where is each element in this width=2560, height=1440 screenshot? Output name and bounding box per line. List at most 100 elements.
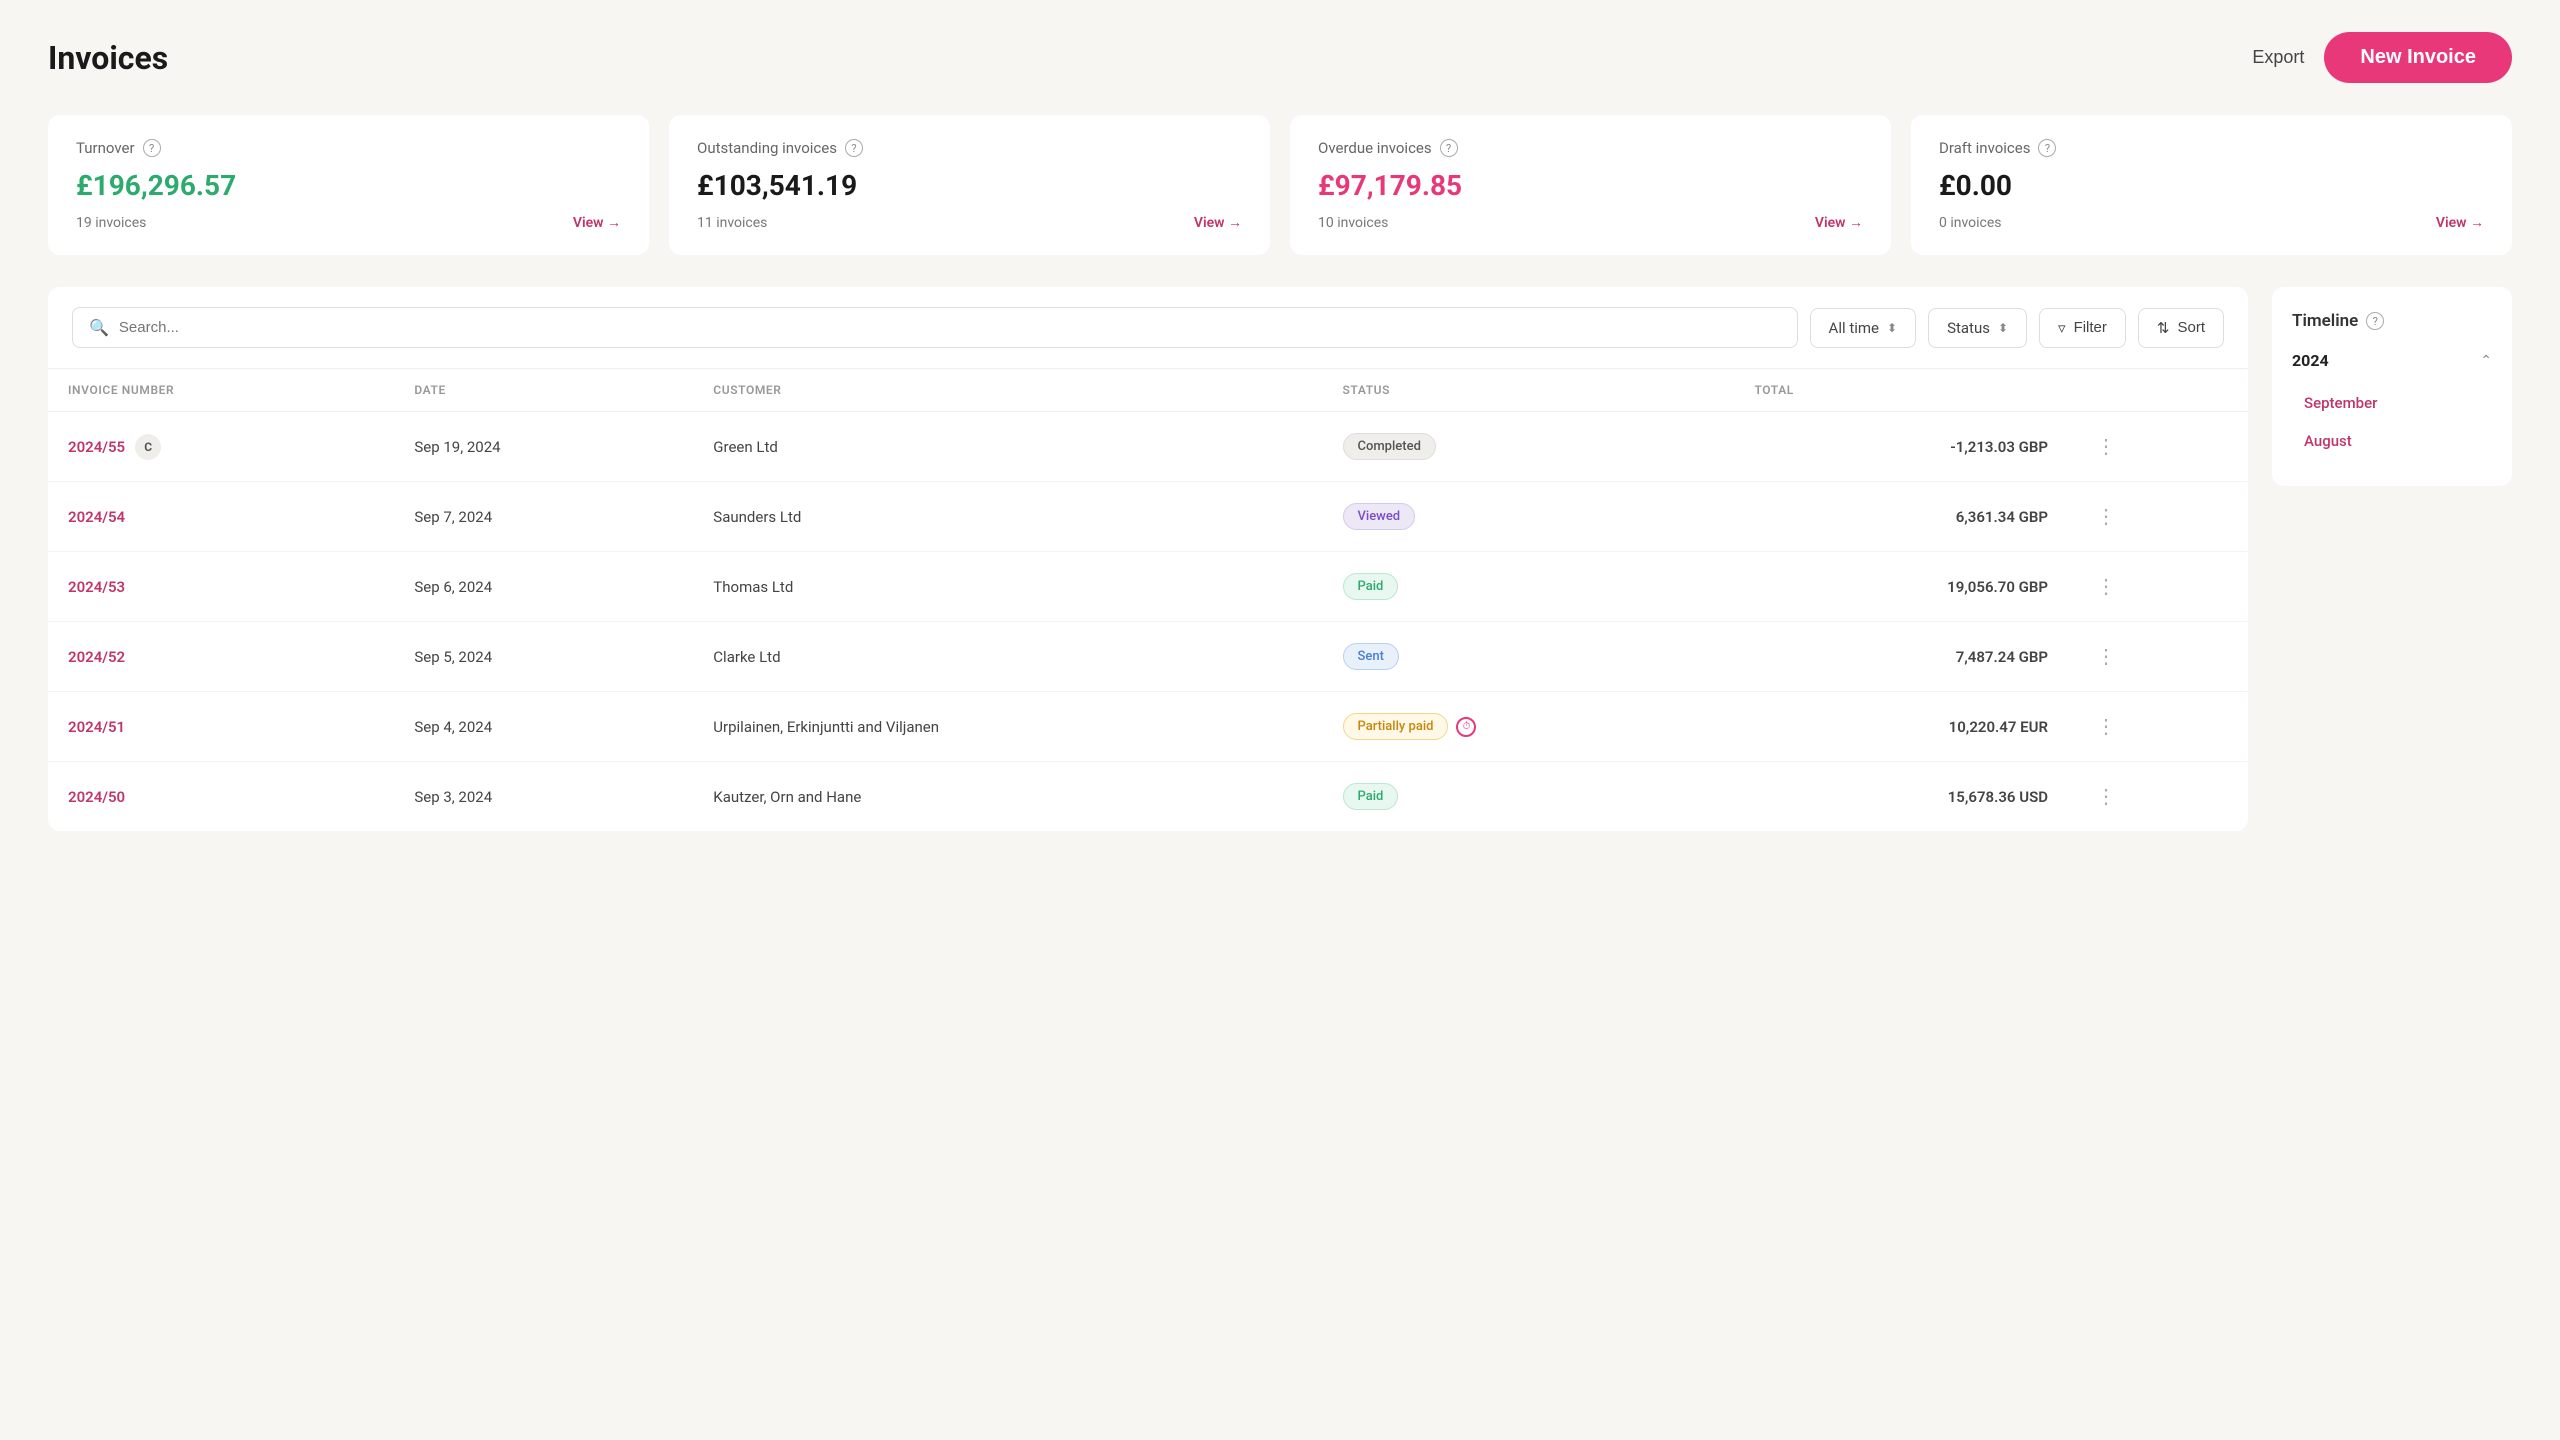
overdue-view-link[interactable]: View → xyxy=(1815,214,1863,231)
total-cell: 19,056.70 GBP xyxy=(1734,552,2068,622)
outstanding-view-link[interactable]: View → xyxy=(1194,214,1242,231)
date-cell: Sep 3, 2024 xyxy=(394,762,693,832)
total-cell: 7,487.24 GBP xyxy=(1734,622,2068,692)
invoice-number-cell: 2024/51 xyxy=(48,692,394,762)
main-content: 🔍 All time ⬍ Status ⬍ ▿ Filter ⇅ Sort xyxy=(48,287,2512,831)
invoice-num[interactable]: 2024/53 xyxy=(68,578,374,596)
invoice-number-cell: 2024/53 xyxy=(48,552,394,622)
action-cell: ⋮ xyxy=(2068,622,2248,692)
turnover-amount: £196,296.57 xyxy=(76,169,621,202)
timeline-title: Timeline xyxy=(2292,311,2358,331)
export-button[interactable]: Export xyxy=(2252,47,2304,68)
table-row: 2024/50 Sep 3, 2024Kautzer, Orn and Hane P… xyxy=(48,762,2248,832)
overdue-footer: 10 invoices View → xyxy=(1318,214,1863,231)
date-cell: Sep 19, 2024 xyxy=(394,412,693,482)
status-cell: Paid xyxy=(1323,762,1735,832)
turnover-footer: 19 invoices View → xyxy=(76,214,621,231)
filter-button[interactable]: ▿ Filter xyxy=(2039,308,2126,348)
table-header-row: INVOICE NUMBER DATE CUSTOMER STATUS TOTA… xyxy=(48,369,2248,412)
time-filter-select[interactable]: All time ⬍ xyxy=(1810,308,1917,348)
total-cell: -1,213.03 GBP xyxy=(1734,412,2068,482)
draft-card: Draft invoices ? £0.00 0 invoices View → xyxy=(1911,115,2512,255)
year-row: 2024 ⌃ xyxy=(2292,351,2492,370)
customer-cell: Clarke Ltd xyxy=(693,622,1322,692)
status-badge: Paid xyxy=(1343,783,1399,810)
invoice-panel: 🔍 All time ⬍ Status ⬍ ▿ Filter ⇅ Sort xyxy=(48,287,2248,831)
draft-label: Draft invoices ? xyxy=(1939,139,2484,157)
status-badge: Completed xyxy=(1343,433,1436,460)
new-invoice-button[interactable]: New Invoice xyxy=(2324,32,2512,83)
draft-footer: 0 invoices View → xyxy=(1939,214,2484,231)
collapse-icon[interactable]: ⌃ xyxy=(2480,353,2492,369)
more-menu-button[interactable]: ⋮ xyxy=(2088,500,2124,533)
timeline-month-august[interactable]: August xyxy=(2292,424,2492,458)
timeline-month-september[interactable]: September xyxy=(2292,386,2492,420)
outstanding-card: Outstanding invoices ? £103,541.19 11 in… xyxy=(669,115,1270,255)
action-cell: ⋮ xyxy=(2068,692,2248,762)
status-filter-select[interactable]: Status ⬍ xyxy=(1928,308,2027,348)
invoice-num[interactable]: 2024/54 xyxy=(68,508,374,526)
sort-label: Sort xyxy=(2177,319,2205,336)
sort-icon: ⇅ xyxy=(2157,319,2170,337)
table-row: 2024/53Sep 6, 2024Thomas LtdPaid19,056.7… xyxy=(48,552,2248,622)
overdue-help-icon[interactable]: ? xyxy=(1440,139,1458,157)
draft-amount: £0.00 xyxy=(1939,169,2484,202)
invoice-table: INVOICE NUMBER DATE CUSTOMER STATUS TOTA… xyxy=(48,369,2248,831)
status-badge: Viewed xyxy=(1343,503,1416,530)
date-cell: Sep 5, 2024 xyxy=(394,622,693,692)
outstanding-help-icon[interactable]: ? xyxy=(845,139,863,157)
outstanding-label: Outstanding invoices ? xyxy=(697,139,1242,157)
customer-cell: Urpilainen, Erkinjuntti and Viljanen xyxy=(693,692,1322,762)
turnover-help-icon[interactable]: ? xyxy=(143,139,161,157)
invoice-num[interactable]: 2024/51 xyxy=(68,718,374,736)
more-menu-button[interactable]: ⋮ xyxy=(2088,710,2124,743)
total-cell: 6,361.34 GBP xyxy=(1734,482,2068,552)
more-menu-button[interactable]: ⋮ xyxy=(2088,780,2124,813)
status-badge: Partially paid xyxy=(1343,713,1449,740)
draft-help-icon[interactable]: ? xyxy=(2038,139,2056,157)
overdue-count: 10 invoices xyxy=(1318,215,1388,231)
search-icon: 🔍 xyxy=(89,318,109,337)
filter-label: Filter xyxy=(2074,319,2107,336)
date-cell: Sep 7, 2024 xyxy=(394,482,693,552)
status-cell: Sent xyxy=(1323,622,1735,692)
search-input[interactable] xyxy=(119,319,1781,336)
action-cell: ⋮ xyxy=(2068,412,2248,482)
status-badge: Sent xyxy=(1343,643,1399,670)
col-invoice-number: INVOICE NUMBER xyxy=(48,369,394,412)
invoice-num[interactable]: 2024/50 xyxy=(68,788,374,806)
toolbar: 🔍 All time ⬍ Status ⬍ ▿ Filter ⇅ Sort xyxy=(48,287,2248,369)
timeline-header: Timeline ? xyxy=(2292,311,2492,331)
table-row: 2024/54 Sep 7, 2024Saunders Ltd Viewed 6,36… xyxy=(48,482,2248,552)
sort-button[interactable]: ⇅ Sort xyxy=(2138,308,2224,348)
more-menu-button[interactable]: ⋮ xyxy=(2088,570,2124,603)
overdue-amount: £97,179.85 xyxy=(1318,169,1863,202)
page-header: Invoices Export New Invoice xyxy=(48,32,2512,83)
invoice-num[interactable]: 2024/52 xyxy=(68,648,374,666)
total-cell: 10,220.47 EUR xyxy=(1734,692,2068,762)
status-cell: Completed xyxy=(1323,412,1735,482)
timeline-help-icon[interactable]: ? xyxy=(2366,312,2384,330)
col-status: STATUS xyxy=(1323,369,1735,412)
filter-icon: ▿ xyxy=(2058,319,2066,337)
outstanding-count: 11 invoices xyxy=(697,215,767,231)
date-cell: Sep 4, 2024 xyxy=(394,692,693,762)
customer-cell: Green Ltd xyxy=(693,412,1322,482)
more-menu-button[interactable]: ⋮ xyxy=(2088,640,2124,673)
col-date: DATE xyxy=(394,369,693,412)
clock-icon: ⏱ xyxy=(1456,717,1476,737)
invoice-num[interactable]: 2024/55 C xyxy=(68,434,374,460)
invoice-number-cell: 2024/54 xyxy=(48,482,394,552)
turnover-card: Turnover ? £196,296.57 19 invoices View … xyxy=(48,115,649,255)
more-menu-button[interactable]: ⋮ xyxy=(2088,430,2124,463)
year-label: 2024 xyxy=(2292,351,2329,370)
table-row: 2024/55 C Sep 19, 2024Green Ltd Completed -… xyxy=(48,412,2248,482)
invoice-number-cell: 2024/52 xyxy=(48,622,394,692)
col-actions xyxy=(2068,369,2248,412)
draft-view-link[interactable]: View → xyxy=(2436,214,2484,231)
turnover-count: 19 invoices xyxy=(76,215,146,231)
customer-cell: Kautzer, Orn and Hane xyxy=(693,762,1322,832)
turnover-view-link[interactable]: View → xyxy=(573,214,621,231)
timeline-panel: Timeline ? 2024 ⌃ September August xyxy=(2272,287,2512,486)
customer-cell: Saunders Ltd xyxy=(693,482,1322,552)
